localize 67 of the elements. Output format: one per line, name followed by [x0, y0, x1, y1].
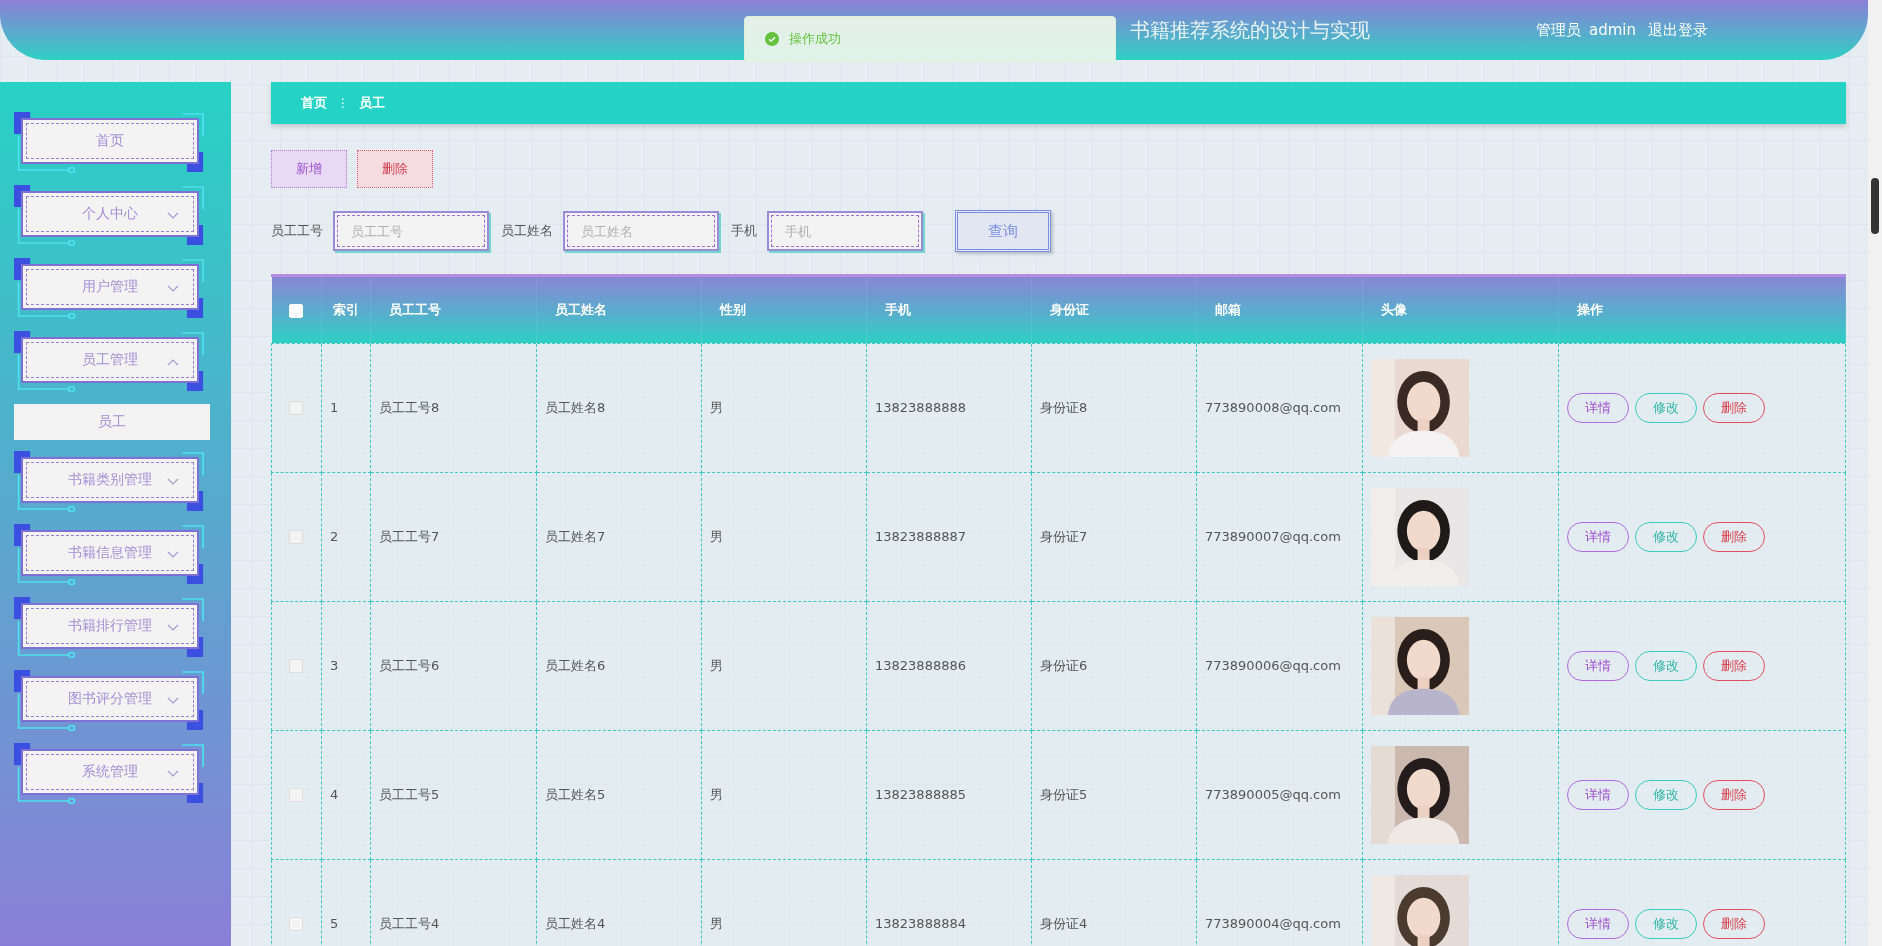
- sidebar-menu-item[interactable]: 员工管理: [21, 337, 199, 383]
- column-header: 手机: [866, 277, 1032, 343]
- column-header: 头像: [1362, 277, 1559, 343]
- column-header: 邮箱: [1196, 277, 1363, 343]
- table-cell: 男: [701, 472, 867, 601]
- check-circle-icon: [765, 32, 779, 46]
- column-header: 员工工号: [370, 277, 537, 343]
- user-role: 管理员: [1536, 20, 1581, 40]
- table-cell: 身份证7: [1031, 472, 1197, 601]
- search-field[interactable]: 员工姓名: [563, 211, 719, 251]
- add-button[interactable]: 新增: [271, 150, 347, 188]
- column-header: 员工姓名: [536, 277, 702, 343]
- table-cell: 13823888888: [866, 343, 1032, 472]
- table-cell: 身份证5: [1031, 730, 1197, 859]
- table-cell: 773890005@qq.com: [1196, 730, 1363, 859]
- sidebar-menu-item[interactable]: 首页: [21, 118, 199, 164]
- delete-button[interactable]: 删除: [357, 150, 433, 188]
- table-cell: 员工姓名7: [536, 472, 702, 601]
- sidebar-menu-item[interactable]: 图书评分管理: [21, 676, 199, 722]
- table-cell: 员工工号5: [370, 730, 537, 859]
- search-button[interactable]: 查询: [955, 210, 1051, 252]
- sidebar-submenu-item[interactable]: 员工: [14, 404, 210, 440]
- column-header: 性别: [701, 277, 867, 343]
- table-cell: 男: [701, 343, 867, 472]
- column-header: 索引: [321, 277, 371, 343]
- table-cell: 员工工号8: [370, 343, 537, 472]
- sidebar-menu-item[interactable]: 书籍类别管理: [21, 457, 199, 503]
- table-cell: 员工姓名8: [536, 343, 702, 472]
- app-title: 书籍推荐系统的设计与实现: [1130, 16, 1370, 44]
- select-all-checkbox[interactable]: [288, 303, 303, 318]
- breadcrumb-link[interactable]: 员工: [359, 94, 385, 112]
- scrollbar[interactable]: [1868, 0, 1882, 946]
- table-cell: 773890008@qq.com: [1196, 343, 1363, 472]
- table-cell: 1: [321, 343, 371, 472]
- table-cell: 身份证6: [1031, 601, 1197, 730]
- table-cell: 员工姓名6: [536, 601, 702, 730]
- table-cell: 13823888887: [866, 472, 1032, 601]
- table-cell: 员工工号6: [370, 601, 537, 730]
- table-cell: 773890007@qq.com: [1196, 472, 1363, 601]
- table-cell: 4: [321, 730, 371, 859]
- table-cell: 2: [321, 472, 371, 601]
- toast-message: 操作成功: [744, 16, 1116, 62]
- column-header: 操作: [1558, 277, 1846, 343]
- table-cell: 13823888886: [866, 601, 1032, 730]
- table-cell: 773890006@qq.com: [1196, 601, 1363, 730]
- breadcrumb-link[interactable]: 首页: [301, 94, 327, 112]
- sidebar-menu-item[interactable]: 用户管理: [21, 264, 199, 310]
- separator-icon: ⋮: [337, 96, 349, 110]
- table-cell: 男: [701, 601, 867, 730]
- column-header: 身份证: [1031, 277, 1197, 343]
- field-label: 员工工号: [271, 222, 323, 240]
- table-cell: 13823888885: [866, 730, 1032, 859]
- sidebar-menu-item[interactable]: 个人中心: [21, 191, 199, 237]
- logout-link[interactable]: 退出登录: [1648, 20, 1708, 40]
- table-cell: 身份证8: [1031, 343, 1197, 472]
- table-cell: 员工工号7: [370, 472, 537, 601]
- search-field[interactable]: 手机: [767, 211, 923, 251]
- table-cell: 员工姓名5: [536, 730, 702, 859]
- sidebar-menu-item[interactable]: 系统管理: [21, 749, 199, 795]
- field-label: 员工姓名: [501, 222, 553, 240]
- table-cell: 男: [701, 730, 867, 859]
- sidebar-menu-item[interactable]: 书籍信息管理: [21, 530, 199, 576]
- field-label: 手机: [731, 222, 757, 240]
- user-name: admin: [1589, 21, 1636, 39]
- sidebar-menu-item[interactable]: 书籍排行管理: [21, 603, 199, 649]
- search-field[interactable]: 员工工号: [333, 211, 489, 251]
- table-cell: 3: [321, 601, 371, 730]
